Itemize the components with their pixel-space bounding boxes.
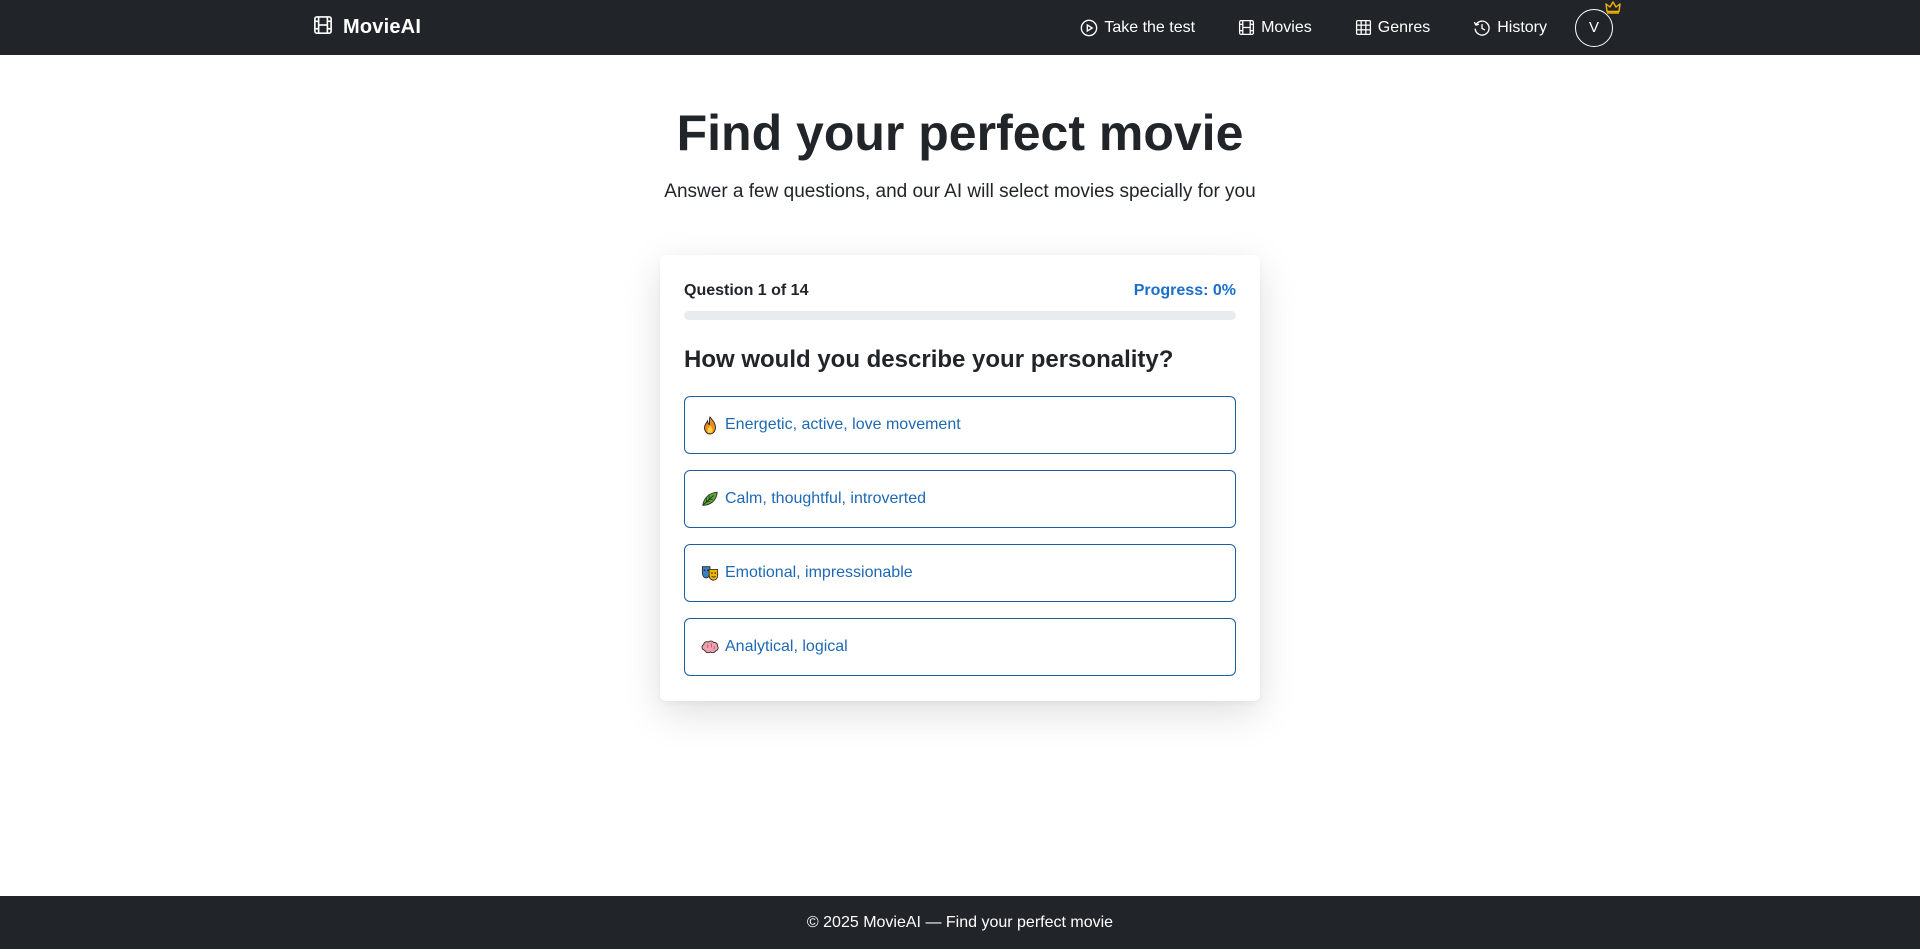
grid-icon bbox=[1355, 19, 1372, 36]
answer-option-calm[interactable]: Calm, thoughtful, introverted bbox=[684, 470, 1236, 528]
brand-name: MovieAI bbox=[343, 16, 422, 38]
question-text: How would you describe your personality? bbox=[684, 346, 1174, 373]
user-menu: V bbox=[1575, 0, 1621, 47]
fire-icon bbox=[701, 415, 719, 435]
leaf-icon bbox=[701, 489, 719, 509]
theater-masks-icon bbox=[701, 563, 719, 583]
answer-option-label: Calm, thoughtful, introverted bbox=[725, 490, 926, 507]
film-icon bbox=[1238, 19, 1255, 36]
play-circle-icon bbox=[1080, 19, 1098, 37]
answer-option-energetic[interactable]: Energetic, active, love movement bbox=[684, 396, 1236, 454]
answer-option-label: Analytical, logical bbox=[725, 638, 848, 655]
brand-link[interactable]: MovieAI bbox=[313, 0, 421, 55]
top-navbar: MovieAI Take the test Movies Genres Hist… bbox=[0, 0, 1920, 55]
answer-option-label: Emotional, impressionable bbox=[725, 564, 913, 581]
nav-links: Take the test Movies Genres History V bbox=[1080, 0, 1621, 55]
crown-icon bbox=[1605, 0, 1621, 19]
nav-history[interactable]: History bbox=[1473, 19, 1547, 37]
nav-genres-label: Genres bbox=[1377, 18, 1431, 36]
page-title: Find your perfect movie bbox=[676, 105, 1244, 161]
nav-take-the-test-label: Take the test bbox=[1104, 18, 1196, 36]
answer-options: Energetic, active, love movement Calm, t… bbox=[684, 396, 1236, 692]
answer-option-emotional[interactable]: Emotional, impressionable bbox=[684, 544, 1236, 602]
nav-history-label: History bbox=[1497, 18, 1547, 36]
progress-bar bbox=[684, 311, 1236, 320]
progress-label: Progress: 0% bbox=[1133, 282, 1236, 299]
quiz-card: Question 1 of 14 Progress: 0% How would … bbox=[660, 255, 1260, 701]
question-counter: Question 1 of 14 bbox=[684, 282, 809, 299]
answer-option-analytical[interactable]: Analytical, logical bbox=[684, 618, 1236, 676]
nav-take-the-test[interactable]: Take the test bbox=[1080, 19, 1195, 37]
nav-movies[interactable]: Movies bbox=[1238, 19, 1312, 37]
nav-genres[interactable]: Genres bbox=[1355, 19, 1430, 37]
answer-option-label: Energetic, active, love movement bbox=[725, 416, 961, 433]
page-subtitle: Answer a few questions, and our AI will … bbox=[664, 181, 1256, 202]
film-icon bbox=[313, 15, 333, 40]
history-icon bbox=[1473, 19, 1491, 37]
footer-text: © 2025 MovieAI — Find your perfect movie bbox=[806, 913, 1114, 931]
page-footer: © 2025 MovieAI — Find your perfect movie bbox=[0, 896, 1920, 949]
brain-icon bbox=[701, 637, 719, 657]
nav-movies-label: Movies bbox=[1261, 18, 1312, 36]
